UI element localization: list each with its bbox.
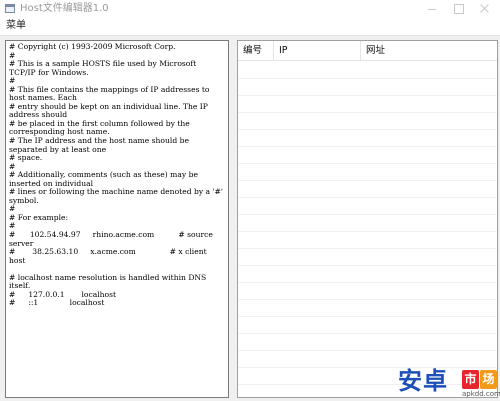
watermark-badge-char: 市 bbox=[462, 370, 479, 389]
watermark-badge-char: 场 bbox=[480, 370, 497, 389]
column-header-url[interactable]: 网址 bbox=[361, 41, 497, 61]
maximize-button[interactable] bbox=[446, 0, 470, 18]
column-header-ip[interactable]: IP bbox=[274, 41, 361, 61]
host-entries-list[interactable]: 编号 IP 网址 bbox=[237, 40, 498, 398]
hosts-text-editor[interactable] bbox=[5, 40, 229, 398]
menu-item-main[interactable]: 菜单 bbox=[5, 19, 27, 33]
title-bar: Host文件编辑器1.0 bbox=[0, 0, 500, 18]
list-body[interactable] bbox=[238, 62, 497, 397]
column-header-number[interactable]: 编号 bbox=[238, 41, 274, 61]
client-area: 编号 IP 网址 bbox=[0, 35, 500, 401]
minimize-button[interactable] bbox=[420, 0, 444, 18]
watermark-text: 安卓 bbox=[398, 367, 448, 395]
menu-bar: 菜单 bbox=[0, 18, 500, 35]
list-header: 编号 IP 网址 bbox=[238, 41, 497, 61]
close-button[interactable] bbox=[472, 0, 496, 18]
watermark-logo: 安卓 市 场 apkdd.com bbox=[398, 368, 500, 401]
app-window-icon bbox=[5, 4, 15, 13]
window-title: Host文件编辑器1.0 bbox=[20, 3, 109, 14]
watermark-badge: 市 场 bbox=[462, 370, 498, 389]
watermark-domain: apkdd.com bbox=[462, 390, 500, 398]
